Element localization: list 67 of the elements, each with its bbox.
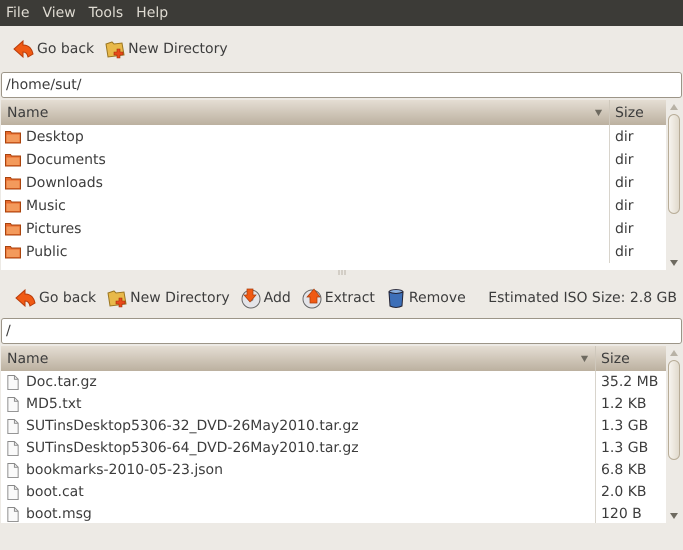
file-icon <box>5 418 21 434</box>
add-button[interactable]: Add <box>236 283 294 313</box>
back-arrow-icon <box>15 287 37 309</box>
go-back-button[interactable]: Go back <box>10 34 98 64</box>
folder-icon <box>5 221 21 236</box>
column-header[interactable]: Size <box>610 100 666 125</box>
menu-item[interactable]: View <box>42 5 76 21</box>
file-size: dir <box>615 174 634 190</box>
sort-arrow-icon <box>594 108 603 117</box>
file-size: dir <box>615 152 634 168</box>
folder-icon <box>5 198 21 213</box>
menu-item[interactable]: File <box>6 5 30 21</box>
file-size: dir <box>615 128 634 144</box>
menu-item[interactable]: Tools <box>88 5 124 21</box>
folder-icon <box>5 244 21 259</box>
column-header[interactable]: Name <box>1 100 610 125</box>
file-name[interactable]: Desktop <box>26 128 84 144</box>
file-size: dir <box>615 220 634 236</box>
scroll-down-arrow-icon[interactable] <box>670 513 678 519</box>
path-field[interactable]: /home/sut/ <box>1 72 682 98</box>
file-name[interactable]: MD5.txt <box>26 396 82 412</box>
splitter-grip-icon[interactable] <box>338 270 346 275</box>
file-name[interactable]: Music <box>26 198 66 214</box>
file-icon <box>5 440 21 456</box>
file-icon <box>5 374 21 390</box>
new-directory-button[interactable]: New Directory <box>101 34 231 64</box>
file-size: 35.2 MB <box>601 374 658 390</box>
file-size: 1.3 GB <box>601 440 648 456</box>
scroll-up-arrow-icon[interactable] <box>670 350 678 356</box>
new-directory-button[interactable]: New Directory <box>103 283 233 313</box>
file-size: 6.8 KB <box>601 462 646 478</box>
file-size: 2.0 KB <box>601 484 646 500</box>
file-icon <box>5 484 21 500</box>
file-name[interactable]: SUTinsDesktop5306-64_DVD-26May2010.tar.gz <box>26 440 359 456</box>
file-size: dir <box>615 244 634 260</box>
scrollbar[interactable] <box>666 346 682 523</box>
go-back-button[interactable]: Go back <box>12 283 100 313</box>
file-icon <box>5 462 21 478</box>
file-name[interactable]: Public <box>26 244 68 260</box>
file-name[interactable]: Downloads <box>26 174 103 190</box>
column-header[interactable]: Size <box>596 346 666 371</box>
folder-icon <box>5 175 21 190</box>
menu-item[interactable]: Help <box>136 5 168 21</box>
column-header[interactable]: Name <box>1 346 596 371</box>
file-icon <box>5 396 21 412</box>
file-name[interactable]: Documents <box>26 152 106 168</box>
file-size: dir <box>615 198 634 214</box>
file-name[interactable]: bookmarks-2010-05-23.json <box>26 462 223 478</box>
scroll-down-arrow-icon[interactable] <box>670 260 678 266</box>
extract-button[interactable]: Extract <box>298 283 378 313</box>
file-name[interactable]: SUTinsDesktop5306-32_DVD-26May2010.tar.gz <box>26 418 359 434</box>
scroll-up-arrow-icon[interactable] <box>670 104 678 110</box>
file-size: 120 B <box>601 506 642 522</box>
iso-size-label: Estimated ISO Size: 2.8 GB <box>488 290 677 306</box>
back-arrow-icon <box>13 38 35 60</box>
file-name[interactable]: Doc.tar.gz <box>26 374 97 390</box>
remove-button[interactable]: Remove <box>382 283 469 313</box>
file-name[interactable]: boot.msg <box>26 506 92 522</box>
file-name[interactable]: boot.cat <box>26 484 84 500</box>
file-size: 1.3 GB <box>601 418 648 434</box>
file-name[interactable]: Pictures <box>26 220 82 236</box>
path-field[interactable]: / <box>1 318 682 344</box>
sort-arrow-icon <box>580 354 589 363</box>
folder-icon <box>5 129 21 144</box>
scrollbar[interactable] <box>666 100 682 270</box>
file-size: 1.2 KB <box>601 396 646 412</box>
folder-icon <box>5 152 21 167</box>
